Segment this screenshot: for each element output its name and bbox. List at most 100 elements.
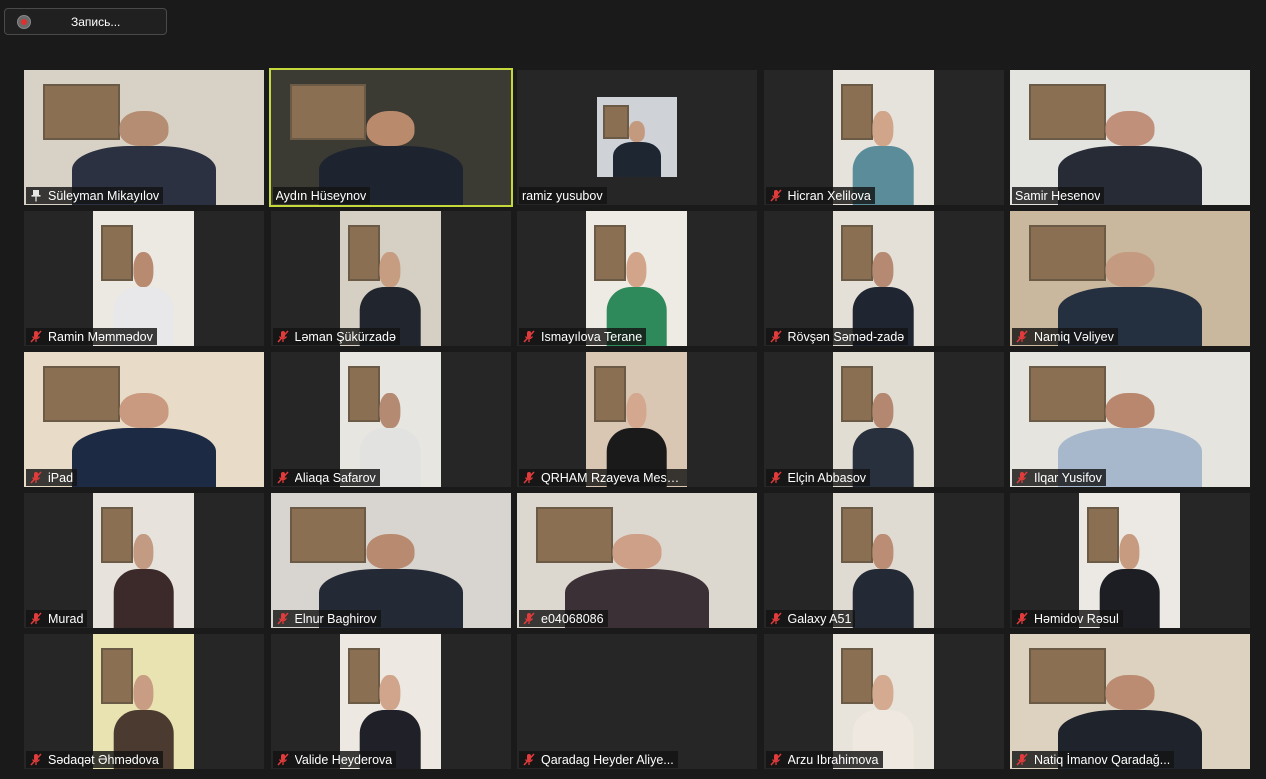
participant-head (1105, 110, 1155, 147)
participant-name-tag: Elçin Abbasov (765, 469, 871, 486)
participant-head (872, 110, 894, 147)
participant-video (93, 634, 194, 769)
participant-head (872, 674, 894, 711)
participant-head (626, 392, 647, 429)
participant-tile[interactable]: Ləman Şükürzadə (270, 211, 511, 346)
participant-name-tag: Qaradag Heyder Aliye... (519, 751, 678, 768)
participant-tile[interactable]: Qaradag Heyder Aliye... (517, 634, 757, 769)
participant-name: Namiq Vəliyev (1034, 329, 1114, 344)
participant-tile[interactable]: Murad (24, 493, 264, 628)
participant-video (339, 634, 441, 769)
participant-head (1105, 251, 1155, 288)
participant-name-tag: Aydın Hüseynov (272, 187, 371, 204)
mic-muted-icon (1016, 753, 1028, 766)
mic-muted-icon (769, 753, 782, 766)
participant-video (24, 352, 264, 487)
participant-head (612, 533, 662, 570)
participant-name-tag: ramiz yusubov (519, 187, 607, 204)
participant-tile[interactable]: Natiq İmanov Qaradağ... (1010, 634, 1250, 769)
participant-tile[interactable]: Elnur Baghirov (270, 493, 511, 628)
participant-tile[interactable]: Sədaqət Əhmədova (24, 634, 264, 769)
participant-head (1105, 674, 1155, 711)
participant-tile[interactable]: Samir Hesenov (1010, 70, 1250, 205)
participant-name-tag: Murad (26, 610, 88, 627)
participant-head (872, 392, 894, 429)
participant-name-tag: Ləman Şükürzadə (272, 328, 400, 345)
participant-head (133, 251, 154, 288)
participant-name-tag: Natiq İmanov Qaradağ... (1012, 751, 1175, 768)
participant-tile[interactable]: Ramin Məmmədov (24, 211, 264, 346)
participant-name: Elçin Abbasov (787, 470, 867, 485)
participant-name: Hicran Xelilova (787, 188, 871, 203)
participant-name-tag: Həmidov Rəsul (1012, 610, 1123, 627)
participant-body (852, 569, 914, 628)
participant-tile[interactable]: QRHAM Rzayeva Mesu... (517, 352, 757, 487)
participant-video (1010, 634, 1250, 769)
participant-video (832, 634, 934, 769)
participant-name-tag: e04068086 (519, 610, 608, 627)
participant-tile[interactable]: Namiq Vəliyev (1010, 211, 1250, 346)
participant-head (133, 674, 154, 711)
mic-muted-icon (769, 612, 782, 625)
participant-name-tag: QRHAM Rzayeva Mesu... (519, 469, 687, 486)
participant-head (379, 392, 401, 429)
participant-tile[interactable]: ramiz yusubov (517, 70, 757, 205)
participant-head (1119, 533, 1140, 570)
mic-muted-icon (30, 612, 42, 625)
participant-name: Galaxy A51 (787, 611, 852, 626)
participant-tile[interactable]: e04068086 (517, 493, 757, 628)
recording-label: Запись... (71, 15, 121, 29)
participant-video (270, 493, 511, 628)
mic-muted-icon (276, 612, 289, 625)
participant-tile[interactable]: Hicran Xelilova (763, 70, 1004, 205)
participant-figure (72, 392, 216, 487)
participant-name-tag: Ismayılova Terane (519, 328, 647, 345)
participant-tile[interactable]: Ilqar Yusifov (1010, 352, 1250, 487)
participant-name: Ramin Məmmədov (48, 329, 153, 344)
participant-name-tag: Hicran Xelilova (765, 187, 875, 204)
participant-tile[interactable]: Süleyman Mikayılov (24, 70, 264, 205)
participant-head (119, 110, 169, 147)
participant-name: iPad (48, 470, 74, 485)
participant-tile[interactable]: iPad (24, 352, 264, 487)
mic-muted-icon (523, 330, 535, 343)
participant-tile[interactable]: Aliaqa Safarov (270, 352, 511, 487)
participant-name: Aydın Hüseynov (275, 188, 367, 203)
participant-tile[interactable]: Həmidov Rəsul (1010, 493, 1250, 628)
participant-name: Valide Heyderova (294, 752, 393, 767)
participant-video (832, 352, 934, 487)
participant-name: Murad (48, 611, 84, 626)
participant-tile[interactable]: Galaxy A51 (763, 493, 1004, 628)
participant-name: ramiz yusubov (522, 188, 603, 203)
mic-muted-icon (1016, 471, 1028, 484)
participant-body (72, 428, 216, 487)
participant-tile[interactable]: Aydın Hüseynov (268, 68, 513, 207)
pin-icon (31, 190, 41, 202)
record-icon (17, 15, 31, 29)
participant-tile[interactable]: Arzu Ibrahimova (763, 634, 1004, 769)
participant-video (1010, 70, 1250, 205)
participant-figure (852, 533, 914, 628)
recording-indicator[interactable]: Запись... (4, 8, 167, 35)
mic-muted-icon (769, 330, 782, 343)
mic-muted-icon (523, 753, 535, 766)
participant-tile[interactable]: Ismayılova Terane (517, 211, 757, 346)
participant-body (613, 142, 661, 177)
participant-video (24, 70, 264, 205)
participant-name: Rövşən Səməd-zadə (787, 329, 905, 344)
participant-video (93, 211, 194, 346)
participant-video (586, 352, 687, 487)
participant-name: Natiq İmanov Qaradağ... (1034, 752, 1171, 767)
participant-head (366, 110, 415, 147)
participant-head (1105, 392, 1155, 429)
participant-head (626, 251, 647, 288)
participant-video (93, 493, 194, 628)
participant-name-tag: Ramin Məmmədov (26, 328, 157, 345)
participant-video (1079, 493, 1180, 628)
participant-tile[interactable]: Rövşən Səməd-zadə (763, 211, 1004, 346)
participant-name: Ismayılova Terane (541, 329, 643, 344)
participant-tile[interactable]: Elçin Abbasov (763, 352, 1004, 487)
participant-tile[interactable]: Valide Heyderova (270, 634, 511, 769)
participant-name-tag: iPad (26, 469, 78, 486)
participants-gallery: Süleyman Mikayılov Aydın Hüseynov ramiz yu… (24, 68, 1250, 769)
